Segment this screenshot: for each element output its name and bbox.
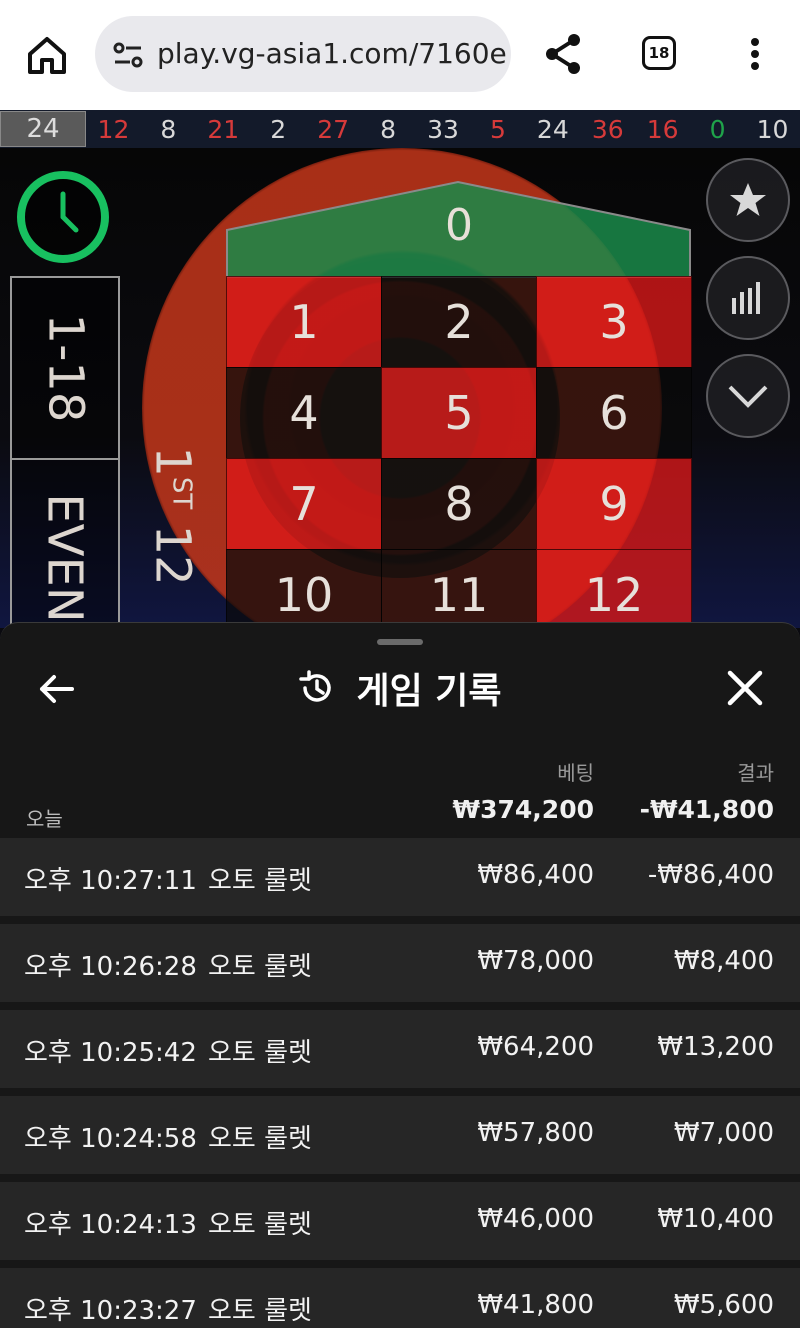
row-time: 오후 10:23:27 <box>24 1296 197 1326</box>
bet-number-cell[interactable]: 3 <box>536 276 692 368</box>
chevron-down-icon <box>728 385 768 408</box>
bet-number-cell[interactable]: 6 <box>536 367 692 459</box>
bet-number-cell[interactable]: 2 <box>381 276 537 368</box>
dozen-count: 12 <box>145 524 201 586</box>
more-vertical-icon[interactable] <box>740 34 770 74</box>
result-history-item: 36 <box>591 114 624 144</box>
row-bet: ₩78,000 <box>477 946 594 976</box>
row-bet: ₩86,400 <box>477 860 594 890</box>
result-history-item: 8 <box>160 114 177 144</box>
bet-1-18[interactable]: 1-18 <box>10 276 120 460</box>
result-history-item: 10 <box>756 114 789 144</box>
row-time: 오후 10:25:42 <box>24 1038 197 1068</box>
row-bet: ₩41,800 <box>477 1290 594 1320</box>
row-result: -₩86,400 <box>647 860 774 890</box>
star-icon <box>730 183 766 216</box>
row-result: ₩7,000 <box>673 1118 774 1148</box>
row-bet: ₩46,000 <box>477 1204 594 1234</box>
game-history-panel: 게임 기록 베팅 결과 오늘 ₩374,200 -₩41,800 오후 10:2… <box>0 622 800 1328</box>
history-row[interactable]: 오후 10:24:58 오토 룰렛 ₩57,800 ₩7,000 <box>0 1096 800 1174</box>
history-list: 오후 10:27:11 오토 룰렛 ₩86,400 -₩86,400 오후 10:26:… <box>0 838 800 1328</box>
home-icon[interactable] <box>22 30 72 80</box>
row-bet: ₩64,200 <box>477 1032 594 1062</box>
row-time: 오후 10:24:13 <box>24 1210 197 1240</box>
result-history-item: 24 <box>536 114 569 144</box>
row-bet: ₩57,800 <box>477 1118 594 1148</box>
tune-icon[interactable] <box>111 38 145 72</box>
roulette-game-area: 0 1 2 3 4 5 6 7 8 9 10 11 12 1-18 EVEN 1ST 12 <box>0 148 800 628</box>
bet-number-cell[interactable]: 1 <box>226 276 382 368</box>
zero-label: 0 <box>445 200 473 251</box>
url-text[interactable]: play.vg-asia1.com/7160e <box>157 37 507 70</box>
first-dozen-label: 1ST 12 <box>145 446 201 585</box>
today-label: 오늘 <box>26 807 63 831</box>
address-bar[interactable]: play.vg-asia1.com/7160e <box>95 16 511 92</box>
row-game: 오토 룰렛 <box>208 866 312 896</box>
panel-header: 게임 기록 <box>0 663 800 713</box>
favorites-button[interactable] <box>706 158 790 242</box>
share-icon[interactable] <box>540 30 588 78</box>
today-result-total: -₩41,800 <box>639 795 774 824</box>
row-game: 오토 룰렛 <box>208 1210 312 1240</box>
column-header-result: 결과 <box>737 761 774 785</box>
history-row[interactable]: 오후 10:25:42 오토 룰렛 ₩64,200 ₩13,200 <box>0 1010 800 1088</box>
column-header-bet: 베팅 <box>557 761 594 785</box>
close-icon[interactable] <box>724 667 766 709</box>
result-history-item: 16 <box>646 114 679 144</box>
browser-toolbar: play.vg-asia1.com/7160e 18 <box>0 0 800 110</box>
collapse-button[interactable] <box>706 354 790 438</box>
row-result: ₩13,200 <box>657 1032 774 1062</box>
dozen-suffix: ST <box>167 476 197 510</box>
row-game: 오토 룰렛 <box>208 952 312 982</box>
statistics-button[interactable] <box>706 256 790 340</box>
result-history-item: 27 <box>317 114 350 144</box>
panel-title: 게임 기록 <box>356 671 502 712</box>
row-result: ₩10,400 <box>657 1204 774 1234</box>
bet-number-cell[interactable]: 8 <box>381 458 537 550</box>
bet-number-cell[interactable]: 5 <box>381 367 537 459</box>
row-game: 오토 룰렛 <box>208 1296 312 1326</box>
bet-even[interactable]: EVEN <box>10 458 120 628</box>
drag-handle[interactable] <box>377 639 423 645</box>
row-result: ₩8,400 <box>673 946 774 976</box>
bet-first-dozen[interactable]: 1ST 12 <box>118 276 226 628</box>
today-bet-total: ₩374,200 <box>452 795 594 824</box>
dozen-number: 1 <box>145 446 201 477</box>
history-row[interactable]: 오후 10:27:11 오토 룰렛 ₩86,400 -₩86,400 <box>0 838 800 916</box>
row-game: 오토 룰렛 <box>208 1038 312 1068</box>
row-game: 오토 룰렛 <box>208 1124 312 1154</box>
result-history-item: 0 <box>709 114 726 144</box>
clock-icon <box>14 168 112 266</box>
result-history-item: 2 <box>270 114 287 144</box>
bet-number-cell[interactable]: 7 <box>226 458 382 550</box>
row-time: 오후 10:26:28 <box>24 952 197 982</box>
row-time: 오후 10:27:11 <box>24 866 197 896</box>
results-history-strip: 24 12 8 21 2 27 8 33 5 24 36 16 0 10 <box>0 110 800 148</box>
bet-number-cell[interactable]: 9 <box>536 458 692 550</box>
result-history-item: 12 <box>97 114 130 144</box>
result-history-item: 21 <box>207 114 240 144</box>
result-history-item: 5 <box>489 114 506 144</box>
bar-chart-icon <box>732 282 760 314</box>
bet-number-cell[interactable]: 10 <box>226 549 382 628</box>
bet-even-label: EVEN <box>37 493 93 623</box>
current-result: 24 <box>0 111 86 147</box>
result-history-item: 33 <box>427 114 459 144</box>
result-history-item: 8 <box>380 114 397 144</box>
tab-switcher-button[interactable]: 18 <box>642 36 676 70</box>
row-result: ₩5,600 <box>673 1290 774 1320</box>
bet-1-18-label: 1-18 <box>37 313 93 423</box>
history-row[interactable]: 오후 10:26:28 오토 룰렛 ₩78,000 ₩8,400 <box>0 924 800 1002</box>
bet-number-cell[interactable]: 11 <box>381 549 537 628</box>
history-row[interactable]: 오후 10:23:27 오토 룰렛 ₩41,800 ₩5,600 <box>0 1268 800 1328</box>
bet-number-cell[interactable]: 12 <box>536 549 692 628</box>
history-row[interactable]: 오후 10:24:13 오토 룰렛 ₩46,000 ₩10,400 <box>0 1182 800 1260</box>
row-time: 오후 10:24:58 <box>24 1124 197 1154</box>
bet-number-cell[interactable]: 4 <box>226 367 382 459</box>
history-icon <box>299 670 332 702</box>
